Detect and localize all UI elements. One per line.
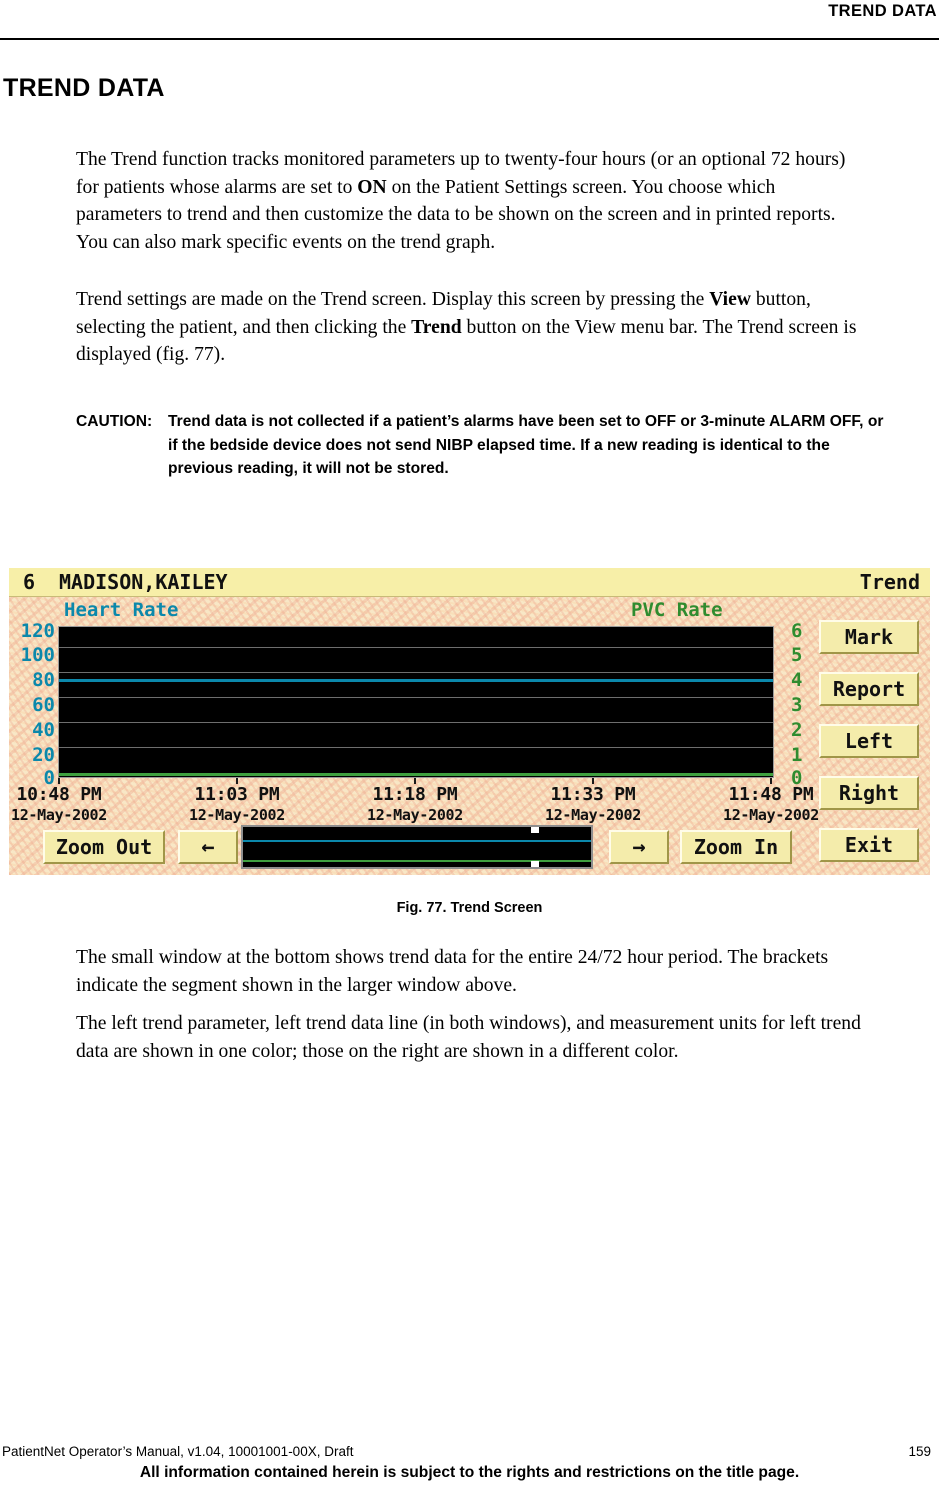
- right-axis-tick-5: 5: [791, 644, 803, 666]
- x-axis-date-3: 12-May-2002: [366, 806, 464, 824]
- x-axis-label-4: 11:33 PM 12-May-2002: [518, 784, 668, 824]
- report-button[interactable]: Report: [819, 672, 919, 706]
- caution-text: Trend data is not collected if a patient…: [168, 413, 884, 477]
- heart-rate-trend-line: [59, 679, 773, 682]
- bed-number: 6: [23, 570, 36, 594]
- caution-label: CAUTION:: [76, 413, 153, 430]
- x-axis-time-3: 11:18 PM: [372, 784, 458, 805]
- paragraph-emphasis-trend: Trend: [411, 316, 462, 338]
- mark-button[interactable]: Mark: [819, 620, 919, 654]
- gridline: [59, 697, 773, 698]
- caution-block: CAUTION: Trend data is not collected if …: [76, 410, 896, 481]
- paragraph-intro: The Trend function tracks monitored para…: [76, 146, 866, 256]
- paragraph-intro-emphasis-on: ON: [357, 176, 387, 198]
- left-axis-tick-40: 40: [32, 719, 55, 741]
- pvc-rate-trend-line: [59, 773, 773, 776]
- page-title: TREND DATA: [3, 74, 165, 102]
- paragraph-small-window: The small window at the bottom shows tre…: [76, 947, 829, 996]
- zoom-in-button[interactable]: Zoom In: [680, 830, 792, 864]
- paragraph-trend-colors: The left trend parameter, left trend dat…: [76, 1013, 861, 1062]
- right-axis-tick-6: 6: [791, 620, 803, 642]
- paragraph-trend-settings: Trend settings are made on the Trend scr…: [76, 286, 866, 369]
- header-rule: [0, 38, 939, 40]
- right-axis-tick-1: 1: [791, 744, 803, 766]
- paragraph-trend-settings-part1: Trend settings are made on the Trend scr…: [76, 289, 710, 310]
- scroll-right-arrow-button[interactable]: →: [609, 830, 669, 864]
- screen-name-label: Trend: [859, 570, 920, 594]
- overview-bracket-bottom[interactable]: [531, 861, 539, 867]
- right-parameter-label[interactable]: PVC Rate: [631, 599, 723, 621]
- right-axis-tick-3: 3: [791, 694, 803, 716]
- gridline: [59, 747, 773, 748]
- right-button[interactable]: Right: [819, 776, 919, 810]
- footer-rights-notice: All information contained herein is subj…: [139, 1464, 800, 1481]
- gridline: [59, 722, 773, 723]
- main-trend-plot[interactable]: [58, 626, 774, 778]
- running-header-title: TREND DATA: [828, 2, 937, 20]
- left-y-axis: 120 100 80 60 40 20 0: [13, 622, 55, 788]
- trend-screen-titlebar: 6 MADISON,KAILEY Trend: [9, 568, 930, 597]
- x-axis-label-2: 11:03 PM 12-May-2002: [162, 784, 312, 824]
- figure-caption: Fig. 77. Trend Screen: [396, 900, 543, 916]
- gridline: [59, 672, 773, 673]
- x-axis-labels: 10:48 PM 12-May-2002 11:03 PM 12-May-200…: [9, 784, 930, 826]
- left-axis-tick-20: 20: [32, 744, 55, 766]
- footer-document-info: PatientNet Operator’s Manual, v1.04, 100…: [2, 1444, 354, 1459]
- x-axis-date-2: 12-May-2002: [188, 806, 286, 824]
- footer-page-number: 159: [908, 1444, 931, 1459]
- left-button[interactable]: Left: [819, 724, 919, 758]
- overview-heart-rate-line: [243, 840, 591, 842]
- left-parameter-label[interactable]: Heart Rate: [64, 599, 178, 621]
- left-axis-tick-120: 120: [20, 620, 55, 642]
- zoom-out-button[interactable]: Zoom Out: [43, 830, 165, 864]
- x-axis-time-2: 11:03 PM: [194, 784, 280, 805]
- x-axis-time-4: 11:33 PM: [550, 784, 636, 805]
- overview-trend-window[interactable]: [241, 825, 593, 869]
- overview-bracket-top[interactable]: [531, 827, 539, 833]
- scroll-left-arrow-button[interactable]: ←: [178, 830, 238, 864]
- right-axis-tick-2: 2: [791, 719, 803, 741]
- right-axis-tick-4: 4: [791, 669, 803, 691]
- x-axis-label-1: 10:48 PM 12-May-2002: [0, 784, 134, 824]
- left-axis-tick-60: 60: [32, 694, 55, 716]
- gridline: [59, 647, 773, 648]
- x-axis-date-4: 12-May-2002: [544, 806, 642, 824]
- paragraph-emphasis-view: View: [709, 289, 751, 310]
- exit-button[interactable]: Exit: [819, 828, 919, 862]
- left-axis-tick-80: 80: [32, 669, 55, 691]
- left-axis-tick-100: 100: [20, 644, 55, 666]
- x-axis-time-1: 10:48 PM: [16, 784, 102, 805]
- x-axis-date-1: 12-May-2002: [10, 806, 108, 824]
- patient-name: MADISON,KAILEY: [59, 570, 228, 594]
- right-y-axis: 6 5 4 3 2 1 0: [791, 622, 813, 788]
- x-axis-label-3: 11:18 PM 12-May-2002: [340, 784, 490, 824]
- running-header: TREND DATA: [0, 0, 939, 28]
